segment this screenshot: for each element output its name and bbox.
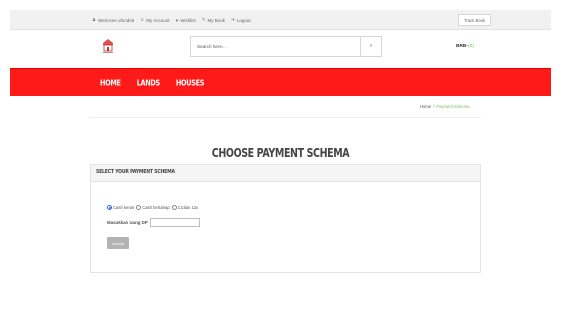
main-nav: HOME LANDS HOUSES — [10, 68, 551, 96]
breadcrumb-current: Payment Schema — [436, 104, 470, 109]
option-cicilan[interactable]: Cicilan 12x — [171, 205, 199, 210]
option-cash-keras-label: Cash keras — [113, 205, 135, 210]
breadcrumb-separator: / — [433, 104, 435, 109]
radio-cash-bertahap[interactable] — [136, 205, 142, 210]
heart-icon: ♥ — [175, 17, 179, 23]
payment-options: Cash keras Cash bertahap Cicilan 12x — [107, 205, 199, 210]
option-cash-keras[interactable]: Cash keras — [107, 205, 134, 210]
top-bar: ♟ Welcome ufonde5 ♙ My Account ♥ Wishlist ✎… — [10, 10, 551, 30]
search-box: Search here... ⌕ — [190, 36, 382, 57]
nav-item-home[interactable]: HOME — [100, 78, 121, 88]
logout-link[interactable]: ➜ Logout — [231, 17, 251, 23]
site-logo[interactable] — [101, 38, 115, 54]
payment-schema-panel: SELECT YOUR PAYMENT SCHEMA Cash keras Ca… — [90, 164, 481, 273]
submit-button[interactable]: submit — [107, 237, 129, 249]
panel-heading-text: SELECT YOUR PAYMENT SCHEMA — [96, 169, 175, 176]
option-cash-bertahap[interactable]: Cash bertahap — [136, 205, 170, 210]
logout-label: Logout — [236, 17, 251, 23]
nav-item-houses[interactable]: HOUSES — [176, 78, 205, 88]
page-title: CHOOSE PAYMENT SCHEMA — [0, 146, 561, 161]
breadcrumb: Home / Payment Schema — [420, 104, 469, 109]
logout-icon: ➜ — [231, 17, 235, 22]
account-icon: ♙ — [140, 17, 145, 22]
option-cash-bertahap-label: Cash bertahap — [142, 205, 170, 210]
my-account-link[interactable]: ♙ My Account — [140, 17, 169, 23]
book-icon: ✎ — [201, 17, 206, 22]
wishlist-link[interactable]: ♥ Wishlist — [176, 18, 196, 23]
down-payment-row: Masukkan Uang DP — [107, 218, 200, 227]
welcome-link[interactable]: ♟ Welcome ufonde5 — [92, 17, 134, 23]
option-cicilan-label: Cicilan 12x — [177, 205, 199, 210]
top-links: ♟ Welcome ufonde5 ♙ My Account ♥ Wishlist ✎… — [92, 10, 251, 30]
page-title-text: CHOOSE PAYMENT SCHEMA — [211, 146, 350, 161]
search-icon: ⌕ — [369, 43, 373, 49]
nav-item-lands[interactable]: LANDS — [137, 78, 161, 88]
down-payment-input[interactable] — [149, 218, 200, 227]
radio-cicilan[interactable] — [171, 205, 177, 210]
breadcrumb-divider — [90, 117, 481, 118]
logo-roof-icon — [103, 39, 113, 45]
welcome-label: Welcome ufonde5 — [98, 17, 135, 23]
user-icon: ♟ — [92, 17, 97, 22]
search-button[interactable]: ⌕ — [360, 37, 381, 56]
cart-label: BRB- — [456, 44, 468, 49]
my-book-link[interactable]: ✎ My Book — [202, 17, 225, 23]
breadcrumb-home[interactable]: Home — [420, 104, 431, 109]
my-book-label: My Book — [207, 17, 226, 23]
panel-heading: SELECT YOUR PAYMENT SCHEMA — [91, 165, 480, 182]
search-input[interactable]: Search here... — [197, 44, 226, 49]
down-payment-label: Masukkan Uang DP — [107, 220, 148, 225]
my-account-label: My Account — [146, 17, 170, 23]
cart-link[interactable]: BRB-(0) — [456, 44, 474, 49]
cart-count: (0) — [468, 44, 474, 49]
radio-cash-keras[interactable] — [107, 205, 112, 210]
track-book-button[interactable]: Track Book — [458, 14, 491, 26]
wishlist-label: Wishlist — [180, 17, 196, 23]
